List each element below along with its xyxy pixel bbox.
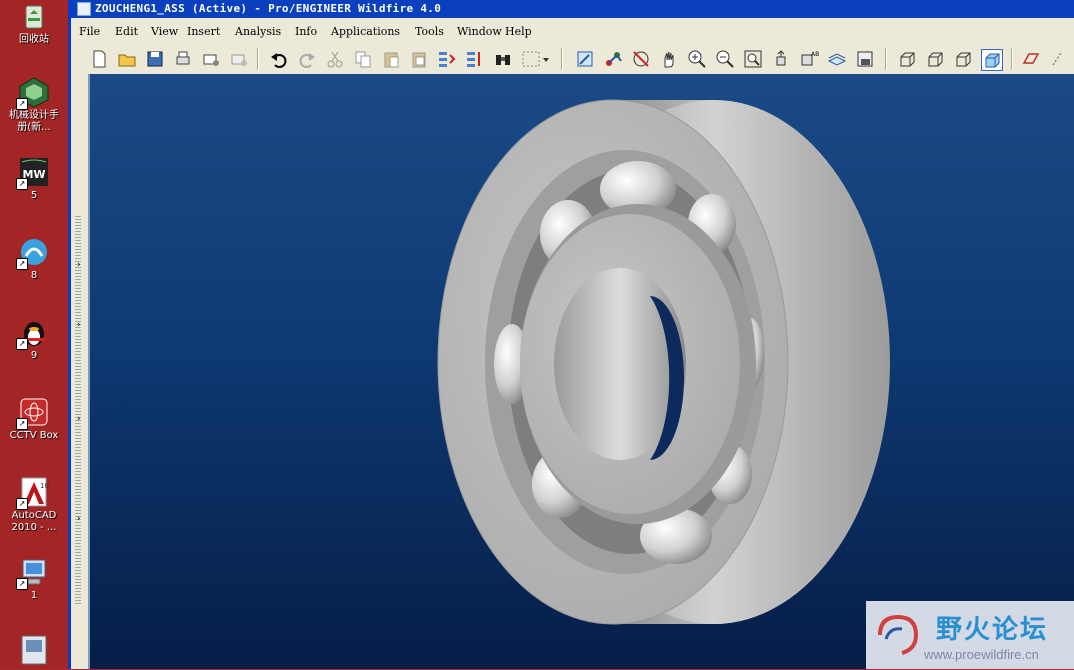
orient-mode-icon[interactable] [631, 49, 651, 69]
desktop-icon-mw[interactable]: MW ↗ 5 [0, 156, 68, 202]
desktop-icon-autocad[interactable]: 10 ↗ AutoCAD 2010 - ... [0, 476, 68, 534]
menu-info[interactable]: Info [295, 25, 317, 38]
save-icon[interactable] [145, 49, 165, 69]
shortcut-arrow-icon: ↗ [16, 418, 28, 430]
menu-applications[interactable]: Applications [331, 25, 400, 38]
autocad-icon: 10 ↗ [16, 476, 50, 510]
desktop-icon-label: 9 [30, 350, 38, 361]
send-link-icon[interactable] [229, 49, 249, 69]
watermark-url: www.proewildfire.cn [924, 647, 1039, 662]
expand-arrow-icon[interactable]: › [77, 414, 81, 424]
menu-bar: File Edit View Insert Analysis Info Appl… [68, 18, 1074, 44]
qq-penguin-icon: ↗ [16, 316, 50, 350]
desktop-icon-recycle-bin[interactable]: 回收站 [0, 0, 68, 46]
desktop-icon-my-computer[interactable]: ↗ 1 [0, 556, 68, 602]
repaint-icon[interactable] [575, 49, 595, 69]
window-app-icon [18, 634, 50, 666]
redo-icon[interactable] [297, 49, 317, 69]
desktop-icon-partial[interactable] [0, 634, 68, 666]
book-icon: ↗ [16, 76, 50, 110]
desktop-icon-column: 回收站 ↗ 机械设计手 册(新... MW ↗ 5 ↗ 8 ↗ 9 ↗ CCTV… [0, 0, 68, 669]
zoom-out-icon[interactable] [715, 49, 735, 69]
mw-app-icon: MW ↗ [16, 156, 50, 190]
desktop-icon-label: AutoCAD 2010 - ... [11, 510, 57, 533]
layers-icon[interactable] [827, 49, 847, 69]
open-folder-icon[interactable] [117, 49, 137, 69]
pan-hand-icon[interactable] [659, 49, 679, 69]
desktop-icon-label: 1 [30, 590, 38, 601]
desktop-icon-qq[interactable]: ↗ 9 [0, 316, 68, 362]
desktop-icon-8[interactable]: ↗ 8 [0, 236, 68, 282]
desktop-icon-label: 机械设计手 册(新... [9, 110, 59, 133]
desktop-icon-label: CCTV Box [9, 430, 59, 441]
selection-filter-dropdown[interactable] [521, 49, 551, 69]
datum-axes-icon[interactable] [1047, 49, 1067, 69]
zoom-in-icon[interactable] [687, 49, 707, 69]
expand-arrow-icon[interactable]: › [77, 514, 81, 524]
shortcut-arrow-icon: ↗ [16, 258, 28, 270]
shortcut-arrow-icon: ↗ [16, 578, 28, 590]
cut-icon[interactable] [325, 49, 345, 69]
menu-window[interactable]: Window [457, 25, 502, 38]
regenerate-icon[interactable] [437, 49, 457, 69]
toolbar-separator [257, 48, 259, 70]
toolbar-separator [885, 48, 887, 70]
datum-planes-icon[interactable] [1021, 49, 1041, 69]
wireframe-icon[interactable] [897, 49, 917, 69]
expand-arrow-icon[interactable]: › [77, 320, 81, 330]
title-bar[interactable]: ZOUCHENG1_ASS (Active) - Pro/ENGINEER Wi… [68, 0, 1074, 18]
recycle-bin-icon [18, 0, 50, 32]
desktop-icon-cctv-box[interactable]: ↗ CCTV Box [0, 396, 68, 442]
menu-view[interactable]: View [151, 25, 178, 38]
shortcut-arrow-icon: ↗ [16, 498, 28, 510]
no-hidden-icon[interactable] [953, 49, 973, 69]
send-mail-icon[interactable] [201, 49, 221, 69]
refit-icon[interactable] [743, 49, 763, 69]
menu-edit[interactable]: Edit [115, 25, 138, 38]
desktop-icon-label: 回收站 [19, 34, 49, 45]
view-manager-icon[interactable] [855, 49, 875, 69]
shortcut-arrow-icon: ↗ [16, 98, 28, 110]
toolbar-separator [1011, 48, 1013, 70]
forum-watermark: 野火论坛 www.proewildfire.cn [866, 601, 1074, 669]
svg-text:AB: AB [811, 51, 819, 58]
find-binoculars-icon[interactable] [493, 49, 513, 69]
window-title: ZOUCHENG1_ASS (Active) - Pro/ENGINEER Wi… [95, 2, 442, 15]
menu-tools[interactable]: Tools [415, 25, 444, 38]
app-8-icon: ↗ [16, 236, 50, 270]
computer-icon: ↗ [16, 556, 50, 590]
shortcut-arrow-icon: ↗ [16, 178, 28, 190]
new-file-icon[interactable] [89, 49, 109, 69]
main-toolbar: AB [68, 44, 1074, 74]
menu-insert[interactable]: Insert [187, 25, 220, 38]
navigator-sash[interactable] [75, 214, 81, 604]
menu-analysis[interactable]: Analysis [235, 25, 281, 38]
watermark-title: 野火论坛 [936, 615, 1049, 645]
copy-icon[interactable] [353, 49, 373, 69]
app-window-icon [77, 2, 91, 16]
menu-help[interactable]: Help [505, 25, 532, 38]
shading-icon[interactable] [981, 49, 1003, 71]
proe-wildfire-logo-icon [872, 609, 924, 661]
paste-special-icon[interactable] [409, 49, 429, 69]
hidden-line-icon[interactable] [925, 49, 945, 69]
print-icon[interactable] [173, 49, 193, 69]
desktop-icon-machine-design-handbook[interactable]: ↗ 机械设计手 册(新... [0, 76, 68, 134]
saved-view-list-icon[interactable]: AB [799, 49, 819, 69]
undo-icon[interactable] [269, 49, 289, 69]
toolbar-separator [561, 48, 563, 70]
spin-center-icon[interactable] [603, 49, 623, 69]
graphics-viewport[interactable]: 野火论坛 www.proewildfire.cn [88, 74, 1074, 669]
regeneration-manager-icon[interactable] [465, 49, 485, 69]
reorient-icon[interactable] [771, 49, 791, 69]
paste-icon[interactable] [381, 49, 401, 69]
cctv-box-icon: ↗ [16, 396, 50, 430]
expand-arrow-icon[interactable]: › [77, 260, 81, 270]
desktop-icon-label: 5 [30, 190, 38, 201]
menu-file[interactable]: File [79, 25, 100, 38]
desktop-icon-label: 8 [30, 270, 38, 281]
shortcut-arrow-icon: ↗ [16, 338, 28, 350]
bearing-model [437, 99, 890, 625]
svg-text:10: 10 [40, 482, 49, 490]
